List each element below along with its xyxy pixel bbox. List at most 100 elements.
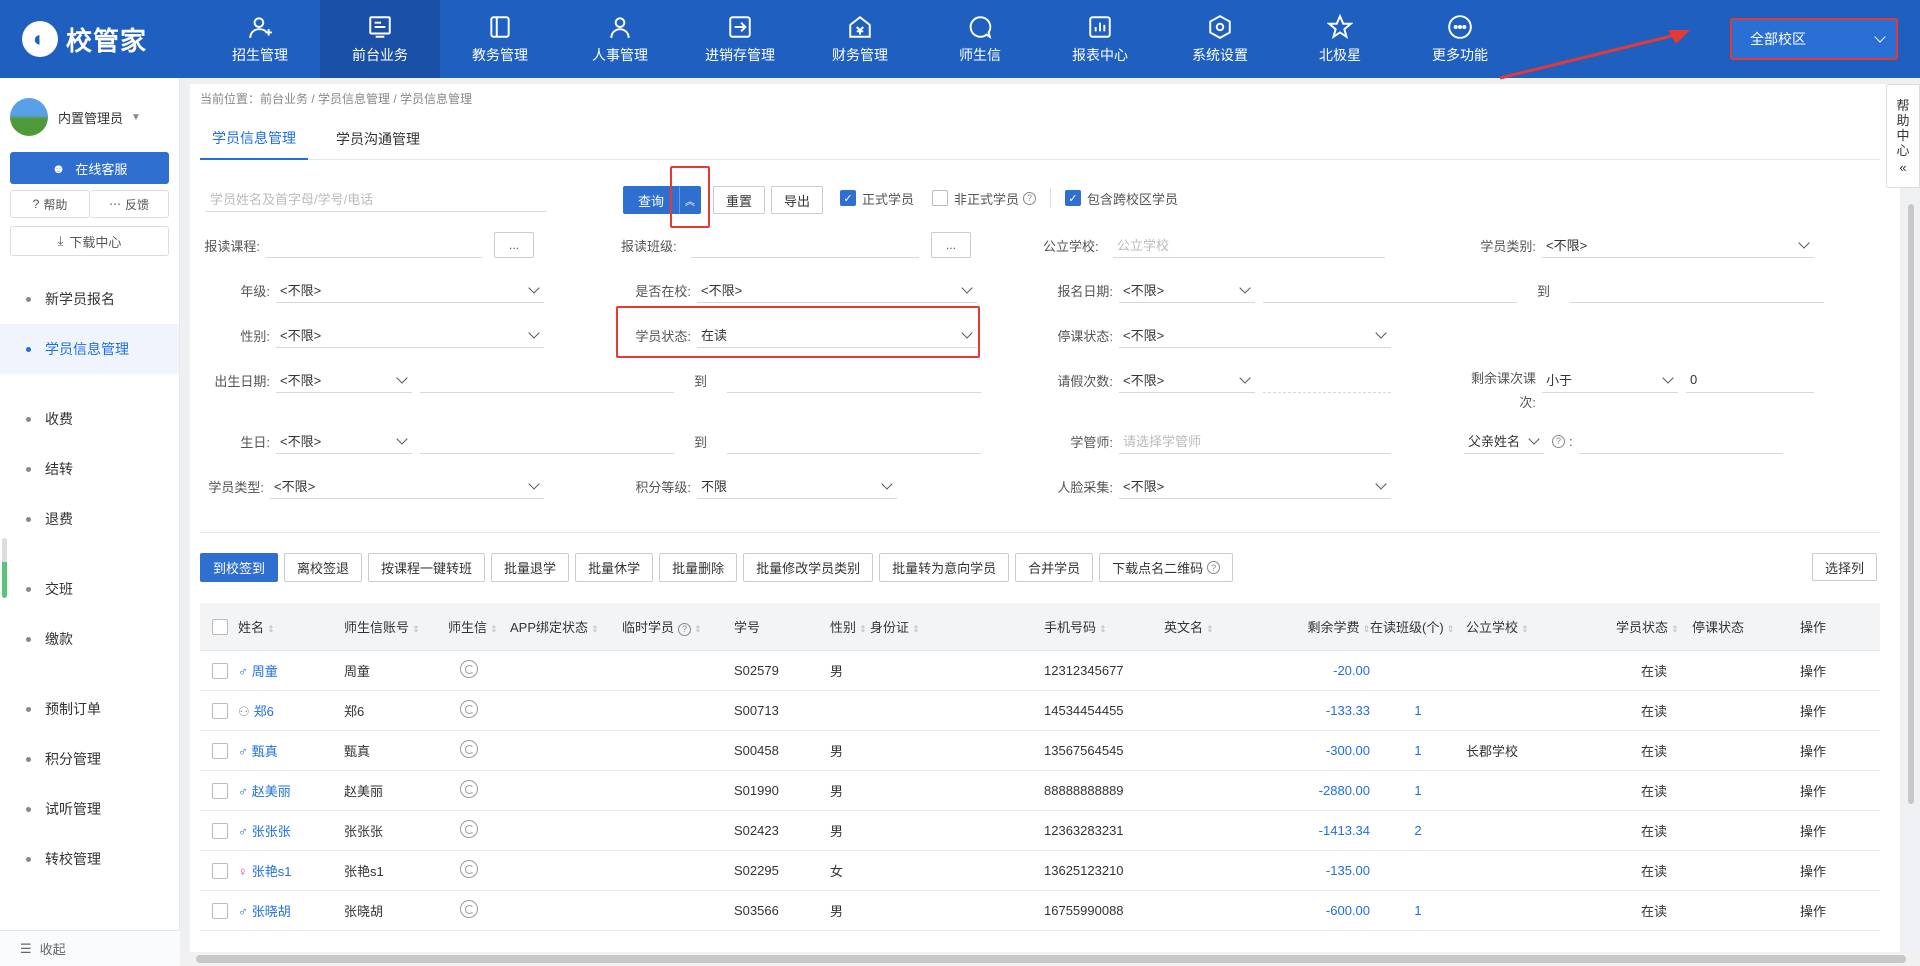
student-category-select[interactable]: <不限> (1542, 232, 1814, 258)
course-picker-button[interactable]: ... (494, 232, 534, 258)
horizontal-scrollbar-thumb[interactable] (196, 955, 1906, 963)
sidebar-item-10[interactable]: 转校管理 (0, 834, 179, 884)
points-level-select[interactable]: 不限 (697, 473, 897, 499)
column-header[interactable]: 师生信账号 ⇕ (344, 617, 448, 636)
class-count[interactable]: 1 (1414, 783, 1421, 798)
action-button-1[interactable]: 离校签退 (284, 553, 363, 582)
class-input[interactable] (691, 232, 919, 258)
column-header[interactable]: 手机号码 ⇕ (1044, 617, 1164, 636)
nav-item-1[interactable]: 前台业务 (320, 0, 440, 78)
class-count[interactable]: 2 (1414, 823, 1421, 838)
student-name-link[interactable]: 张艳s1 (252, 864, 292, 879)
action-button-3[interactable]: 批量退学 (491, 553, 570, 582)
question-icon[interactable]: ? (1023, 191, 1037, 205)
action-button-6[interactable]: 批量修改学员类别 (743, 553, 874, 582)
action-button-7[interactable]: 批量转为意向学员 (879, 553, 1010, 582)
export-button[interactable]: 导出 (771, 186, 824, 214)
nav-item-8[interactable]: 系统设置 (1160, 0, 1280, 78)
formal-student-checkbox[interactable]: ✓ (840, 190, 856, 206)
download-center-button[interactable]: ⤓ 下载中心 (10, 226, 169, 256)
row-checkbox[interactable] (212, 702, 228, 719)
course-input[interactable] (266, 232, 482, 258)
row-action[interactable]: 操作 (1800, 824, 1826, 839)
action-button-0[interactable]: 到校签到 (200, 553, 279, 582)
in-school-select[interactable]: <不限> (697, 277, 977, 303)
column-header[interactable]: 学号 (734, 617, 830, 636)
student-name-link[interactable]: 赵美丽 (252, 784, 291, 799)
user-menu[interactable]: 内置管理员 ▼ (0, 78, 179, 146)
column-header[interactable]: 学员状态 ⇕ (1616, 617, 1692, 636)
column-header[interactable]: 身份证 ⇕ (870, 617, 1044, 636)
column-header[interactable]: 姓名 ⇕ (238, 617, 344, 636)
nav-item-0[interactable]: 招生管理 (200, 0, 320, 78)
face-capture-select[interactable]: <不限> (1119, 473, 1391, 499)
class-count[interactable]: 1 (1414, 743, 1421, 758)
column-header[interactable]: 操作 (1800, 617, 1838, 636)
nav-item-5[interactable]: 财务管理 (800, 0, 920, 78)
birthday-select[interactable]: <不限> (276, 428, 412, 454)
row-checkbox[interactable] (212, 902, 228, 919)
action-button-4[interactable]: 批量休学 (575, 553, 654, 582)
column-header[interactable]: 临时学员? ⇕ (622, 617, 734, 636)
student-name-link[interactable]: 甄真 (252, 744, 278, 759)
nav-item-9[interactable]: 北极星 (1280, 0, 1400, 78)
column-header[interactable]: 性别 ⇕ (830, 617, 870, 636)
parent-field-select[interactable]: 父亲姓名 (1464, 428, 1544, 454)
row-action[interactable]: 操作 (1800, 864, 1826, 879)
sidebar-scrollbar[interactable] (2, 538, 7, 598)
sidebar-item-6[interactable]: 缴款 (0, 614, 179, 664)
column-header[interactable]: 在读班级(个) ⇕ (1370, 617, 1466, 636)
student-name-link[interactable]: 郑6 (254, 704, 274, 719)
tab-student-info[interactable]: 学员信息管理 (200, 118, 308, 160)
cross-campus-checkbox[interactable]: ✓ (1065, 190, 1082, 206)
nav-item-7[interactable]: 报表中心 (1040, 0, 1160, 78)
row-action[interactable]: 操作 (1800, 744, 1826, 759)
student-name-link[interactable]: 张张张 (252, 824, 291, 839)
table-row[interactable]: ⚇ 郑6 郑6 S00713 14534454455 -133.33 1 在读 操作 (200, 691, 1880, 731)
sidebar-item-2[interactable]: 收费 (0, 394, 179, 444)
manager-input[interactable]: 请选择学管师 (1119, 428, 1391, 454)
birthdate-from[interactable] (420, 367, 674, 393)
nav-item-2[interactable]: 教务管理 (440, 0, 560, 78)
parent-name-input[interactable] (1578, 428, 1783, 454)
table-row[interactable]: ♂ 甄真 甄真 S00458 男 13567564545 -300.00 1 长郡学校 在读 操作 (200, 731, 1880, 771)
action-button-5[interactable]: 批量删除 (659, 553, 738, 582)
row-checkbox[interactable] (212, 662, 228, 679)
row-checkbox[interactable] (212, 822, 228, 839)
vertical-scrollbar-thumb[interactable] (1908, 204, 1914, 804)
reset-button[interactable]: 重置 (713, 186, 766, 214)
nav-item-3[interactable]: 人事管理 (560, 0, 680, 78)
column-header[interactable]: 公立学校 ⇕ (1466, 617, 1616, 636)
collapse-button[interactable]: ☰ 收起 (0, 930, 180, 966)
action-button-9[interactable]: 下载点名二维码? (1099, 553, 1234, 582)
logo[interactable]: ◐ 校管家 (0, 0, 200, 78)
remain-lessons-input[interactable]: 0 (1686, 367, 1814, 393)
column-header[interactable]: 停课状态 (1692, 617, 1800, 636)
row-checkbox[interactable] (212, 742, 228, 759)
action-button-8[interactable]: 合并学员 (1015, 553, 1094, 582)
nav-item-6[interactable]: 师生信 (920, 0, 1040, 78)
leave-count-input[interactable] (1263, 367, 1391, 393)
row-checkbox[interactable] (212, 862, 228, 879)
birthdate-to[interactable] (727, 367, 982, 393)
table-row[interactable]: ♂ 周童 周童 S02579 男 12312345677 -20.00 在读 操作 (200, 651, 1880, 691)
online-service-button[interactable]: ☻ 在线客服 (10, 152, 169, 184)
birthdate-select[interactable]: <不限> (276, 367, 412, 393)
sidebar-item-4[interactable]: 退费 (0, 494, 179, 544)
row-action[interactable]: 操作 (1800, 664, 1826, 679)
row-action[interactable]: 操作 (1800, 904, 1826, 919)
leave-count-select[interactable]: <不限> (1119, 367, 1255, 393)
class-count[interactable]: 1 (1414, 903, 1421, 918)
public-school-input[interactable]: 公立学校 (1113, 232, 1385, 258)
informal-student-checkbox[interactable] (932, 190, 949, 206)
column-header[interactable]: 剩余学费 ⇕ (1290, 617, 1370, 636)
action-button-2[interactable]: 按课程一键转班 (368, 553, 486, 582)
sidebar-item-1[interactable]: 学员信息管理 (0, 324, 179, 374)
table-row[interactable]: ♂ 张晓胡 张晓胡 S03566 男 16755990088 -600.00 1 在读 操作 (200, 891, 1880, 931)
gender-select[interactable]: <不限> (276, 322, 544, 348)
feedback-button[interactable]: ⋯ 反馈 (90, 190, 169, 218)
class-count[interactable]: 1 (1414, 703, 1421, 718)
table-row[interactable]: ♂ 张张张 张张张 S02423 男 12363283231 -1413.34 2 在读 操作 (200, 811, 1880, 851)
birthday-from[interactable] (420, 428, 674, 454)
sidebar-item-7[interactable]: 预制订单 (0, 684, 179, 734)
